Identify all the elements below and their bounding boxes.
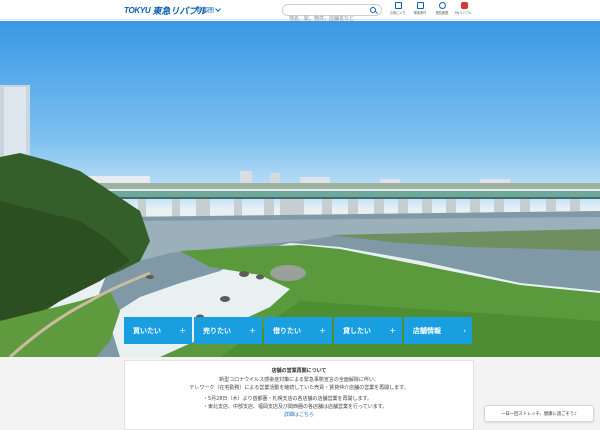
notice-list: ・5月28日（木）より首都圏・札幌支店の各店舗の店舗営業を再開します。 ・東北支…	[125, 395, 473, 411]
notice-title: 店舗の営業再開について	[271, 368, 327, 374]
search-box	[282, 4, 382, 24]
site-header: TOKYU 東急リバブル 首都圏 お気に入り 検索条件 閲覧履歴 Myリバブル	[0, 0, 600, 24]
store-info-button[interactable]: 店舗情報 ›	[404, 317, 472, 344]
chevron-right-icon: ›	[463, 326, 466, 335]
river-landscape-illustration	[0, 85, 600, 357]
lease-out-label: 貸したい	[343, 326, 371, 335]
nav-my-livable[interactable]: Myリバブル	[451, 2, 477, 16]
rent-button[interactable]: 借りたい +	[264, 317, 332, 344]
logo-mark: TOKYU	[124, 5, 151, 15]
plus-icon: +	[319, 326, 326, 335]
nav-my-livable-label: Myリバブル	[455, 11, 473, 15]
plus-icon: +	[249, 326, 256, 335]
region-selector[interactable]: 首都圏	[196, 5, 221, 14]
notice-line-1: 新型コロナウイルス感染症対策による緊急事態宣言の全面解除に伴い、	[219, 377, 379, 383]
notice-detail-link[interactable]: 詳細はこちら	[125, 411, 473, 418]
notice-line-2: テレワーク（在宅勤務）による営業活動を継続していた売買・賃貸仲介店舗の営業を再開…	[189, 385, 409, 391]
hero-image: 買いたい + 売りたい + 借りたい + 貸したい + 店舗情報 ›	[0, 21, 600, 357]
search-condition-icon	[416, 2, 424, 9]
chat-bubble[interactable]: 一日一回ストレッチ、健康に過ごそう♪	[484, 405, 594, 422]
buy-button[interactable]: 買いたい +	[124, 317, 192, 344]
plus-icon: +	[389, 326, 396, 335]
history-icon	[438, 2, 446, 9]
buy-label: 買いたい	[133, 326, 161, 335]
notice-item-2: ・東北支店、中部支店、福岡支店及び関西圏の各店舗は店舗営業を行っています。	[203, 404, 388, 410]
my-livable-icon	[460, 2, 468, 9]
rent-label: 借りたい	[273, 326, 301, 335]
nav-favorites-label: お気に入り	[390, 11, 406, 15]
sell-button[interactable]: 売りたい +	[194, 317, 262, 344]
region-label: 首都圏	[196, 7, 215, 14]
notice-panel: 店舗の営業再開について 新型コロナウイルス感染症対策による緊急事態宣言の全面解除…	[124, 360, 474, 430]
nav-history-label: 閲覧履歴	[435, 11, 449, 15]
chat-text: 一日一回ストレッチ、健康に過ごそう♪	[501, 411, 577, 417]
notice-item-1: ・5月28日（木）より首都圏・札幌支店の各店舗の店舗営業を再開します。	[203, 396, 372, 402]
chevron-down-icon	[215, 5, 221, 12]
action-bar: 買いたい + 売りたい + 借りたい + 貸したい + 店舗情報 ›	[124, 317, 472, 344]
plus-icon: +	[179, 326, 186, 335]
lease-out-button[interactable]: 貸したい +	[334, 317, 402, 344]
store-info-label: 店舗情報	[413, 326, 441, 335]
sell-label: 売りたい	[203, 326, 231, 335]
nav-search-conditions-label: 検索条件	[413, 11, 427, 15]
heart-list-icon	[394, 2, 402, 9]
search-icon[interactable]	[370, 7, 376, 13]
site-logo[interactable]: TOKYU 東急リバブル	[124, 4, 206, 17]
